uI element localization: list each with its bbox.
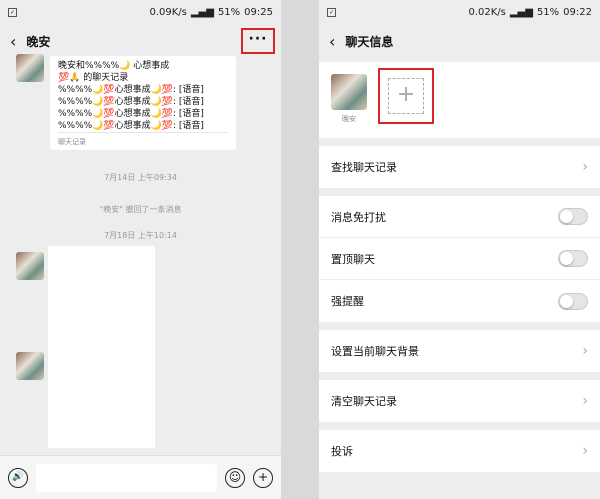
emoji-icon[interactable]: ☺ [225, 467, 245, 488]
member-avatar[interactable] [331, 74, 367, 110]
chat-screen: ✓ 0.09K/s ▂▄▆ 51% 09:25 ‹ 晚安 ··· 晚安和%%%%… [0, 0, 281, 499]
timestamp: 7月14日 上午09:34 [104, 173, 177, 182]
contact-avatar[interactable] [16, 54, 44, 82]
row-label: 强提醒 [331, 295, 364, 308]
chat-title: 晚安 [26, 34, 51, 49]
back-arrow-icon[interactable]: ‹ [329, 32, 335, 51]
contact-avatar[interactable] [16, 252, 44, 280]
row-label: 消息免打扰 [331, 210, 386, 224]
pin-toggle[interactable] [558, 250, 588, 267]
message-input[interactable] [36, 463, 217, 492]
card-line: %%%%🌙💯心想事成🌙💯: [语音] [58, 121, 204, 131]
status-bar: ✓ 0.09K/s ▂▄▆ 51% 09:25 [0, 0, 281, 24]
row-label: 投诉 [331, 445, 353, 458]
plus-icon[interactable]: + [253, 467, 273, 488]
sim-icon: ✓ [327, 7, 336, 17]
voice-icon[interactable]: 🔊 [8, 467, 28, 488]
card-line: 晚安和%%%%🌙 心想事成 [58, 61, 170, 71]
row-pin: 置顶聊天 [319, 238, 600, 280]
input-bar: 🔊 ☺ + [0, 455, 281, 499]
clock: 09:25 [244, 6, 273, 18]
chat-info-screen: ✓ 0.02K/s ▂▄▆ 51% 09:22 ‹ 聊天信息 晚安 + 查找聊天… [319, 0, 600, 499]
message-bubble[interactable] [48, 246, 155, 448]
message-list[interactable]: 晚安和%%%%🌙 心想事成 💯🙏 的聊天记录 %%%%🌙💯心想事成🌙💯: [语音… [0, 54, 281, 455]
row-label: 查找聊天记录 [331, 161, 397, 174]
card-line: %%%%🌙💯心想事成🌙💯: [语音] [58, 109, 204, 119]
chevron-right-icon: › [582, 393, 588, 409]
settings-group: 消息免打扰 置顶聊天 强提醒 [319, 196, 600, 322]
row-label: 置顶聊天 [331, 252, 375, 266]
card-line: %%%%🌙💯心想事成🌙💯: [语音] [58, 97, 204, 107]
timestamp: 7月18日 上午10:14 [104, 231, 177, 240]
row-strong-alert: 强提醒 [319, 280, 600, 322]
settings-group: 查找聊天记录 › [319, 146, 600, 188]
status-bar: ✓ 0.02K/s ▂▄▆ 51% 09:22 [319, 0, 600, 24]
member-name: 晚安 [342, 115, 356, 123]
signal-icon: ▂▄▆ [509, 6, 533, 18]
net-speed: 0.02K/s [468, 6, 506, 18]
chevron-right-icon: › [582, 343, 588, 359]
row-chat-background[interactable]: 设置当前聊天背景 › [319, 330, 600, 372]
chevron-right-icon: › [582, 443, 588, 459]
page-title: 聊天信息 [345, 34, 394, 49]
card-line: 💯🙏 的聊天记录 [58, 73, 129, 83]
row-report[interactable]: 投诉 › [319, 430, 600, 472]
net-speed: 0.09K/s [149, 6, 187, 18]
battery-level: 51% [536, 6, 560, 18]
recall-notice: "晚安" 撤回了一条消息 [99, 205, 182, 214]
contact-avatar[interactable] [16, 352, 44, 380]
members-section: 晚安 + [319, 62, 600, 138]
row-find-history[interactable]: 查找聊天记录 › [319, 146, 600, 188]
settings-group: 投诉 › [319, 430, 600, 472]
row-mute: 消息免打扰 [319, 196, 600, 238]
info-nav-bar: ‹ 聊天信息 [319, 24, 600, 58]
settings-group: 设置当前聊天背景 › [319, 330, 600, 372]
signal-icon: ▂▄▆ [190, 6, 214, 18]
more-options-button[interactable]: ··· [241, 28, 275, 54]
chevron-right-icon: › [582, 159, 588, 175]
clock: 09:22 [563, 6, 592, 18]
alert-toggle[interactable] [558, 292, 588, 310]
chat-nav-bar: ‹ 晚安 ··· [0, 24, 281, 58]
chat-history-card[interactable]: 晚安和%%%%🌙 心想事成 💯🙏 的聊天记录 %%%%🌙💯心想事成🌙💯: [语音… [50, 56, 236, 150]
sim-icon: ✓ [8, 7, 17, 17]
battery-level: 51% [217, 6, 241, 18]
row-label: 设置当前聊天背景 [331, 345, 419, 358]
settings-group: 清空聊天记录 › [319, 380, 600, 422]
add-member-highlight: + [378, 68, 434, 124]
row-clear-history[interactable]: 清空聊天记录 › [319, 380, 600, 422]
back-arrow-icon[interactable]: ‹ [10, 32, 16, 51]
add-member-button[interactable]: + [388, 78, 424, 114]
card-line: %%%%🌙💯心想事成🌙💯: [语音] [58, 85, 204, 95]
card-footer: 聊天记录 [58, 132, 228, 148]
mute-toggle[interactable] [558, 208, 588, 225]
row-label: 清空聊天记录 [331, 395, 397, 408]
